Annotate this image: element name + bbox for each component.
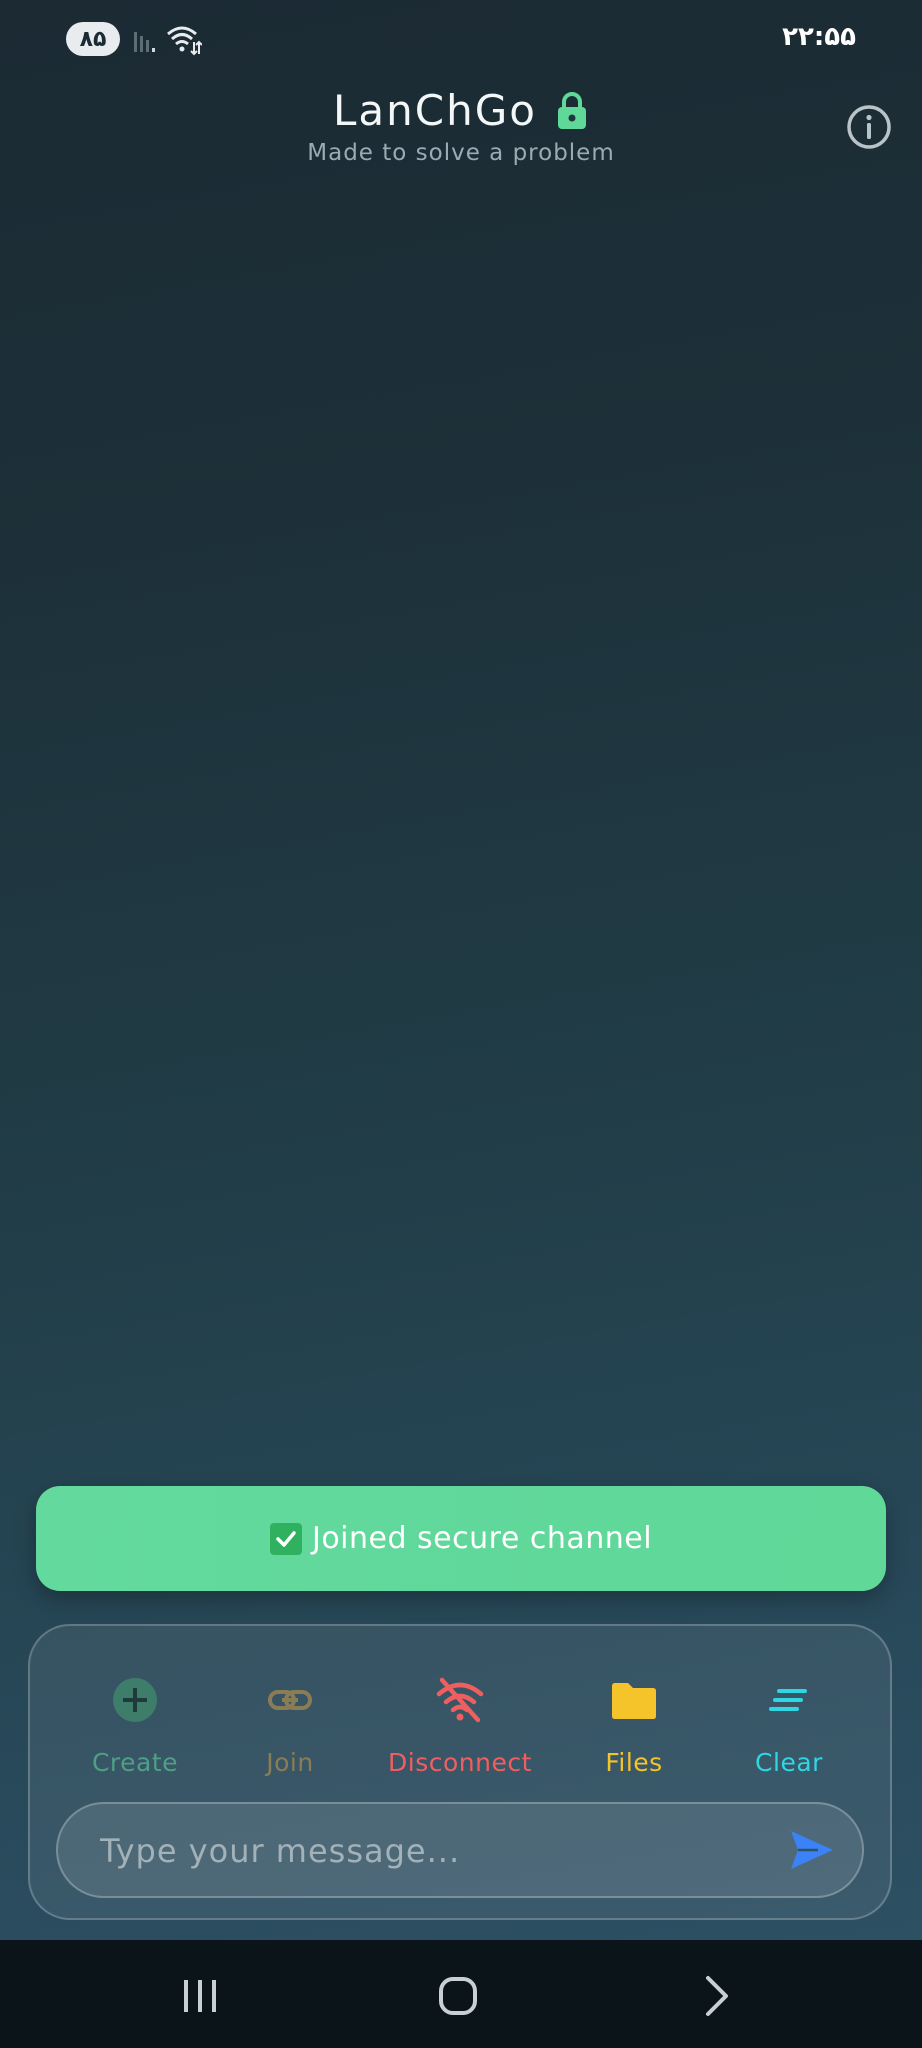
info-icon[interactable]: [846, 104, 892, 150]
wifi-off-icon: [436, 1677, 484, 1723]
create-button[interactable]: Create: [55, 1674, 215, 1777]
plus-circle-icon: [113, 1678, 157, 1722]
check-mark-icon: [269, 1522, 302, 1555]
disconnect-button[interactable]: Disconnect: [380, 1674, 540, 1777]
message-input[interactable]: [98, 1804, 762, 1898]
status-bar: ۸۵ ۲۲:۵۵: [0, 0, 922, 80]
join-button[interactable]: Join: [210, 1674, 370, 1777]
recent-apps-icon[interactable]: [170, 1966, 230, 2026]
app-header: LanChGo: [0, 86, 922, 135]
clear-label: Clear: [755, 1748, 823, 1777]
create-label: Create: [91, 1748, 179, 1777]
files-button[interactable]: Files: [554, 1674, 714, 1777]
back-icon[interactable]: [686, 1966, 746, 2026]
files-label: Files: [605, 1748, 663, 1777]
chat-control-panel: Create Join Disconnect Files Clear Type …: [28, 1624, 892, 1920]
status-clock: ۲۲:۵۵: [782, 22, 856, 52]
link-icon: [268, 1690, 312, 1710]
battery-indicator: ۸۵: [66, 22, 120, 56]
join-label: Join: [266, 1748, 314, 1777]
lock-icon: [557, 91, 586, 129]
app-title: LanChGo: [333, 86, 537, 135]
clear-button[interactable]: Clear: [709, 1674, 869, 1777]
status-toast: Joined secure channel: [36, 1486, 886, 1591]
message-composer: [56, 1802, 864, 1898]
signal-icon: [134, 32, 155, 52]
app-subtitle: Made to solve a problem: [307, 140, 615, 166]
battery-level: ۸۵: [79, 26, 107, 52]
send-icon[interactable]: [788, 1826, 836, 1874]
folder-icon: [612, 1683, 656, 1719]
wifi-status-icon: [167, 26, 202, 56]
home-icon[interactable]: [428, 1966, 488, 2026]
toast-message: Joined secure channel: [311, 1521, 653, 1556]
system-nav-bar: [0, 1940, 922, 2048]
action-row: Create Join Disconnect Files Clear: [30, 1674, 894, 1794]
disconnect-label: Disconnect: [388, 1748, 532, 1777]
clear-all-icon: [769, 1689, 807, 1711]
